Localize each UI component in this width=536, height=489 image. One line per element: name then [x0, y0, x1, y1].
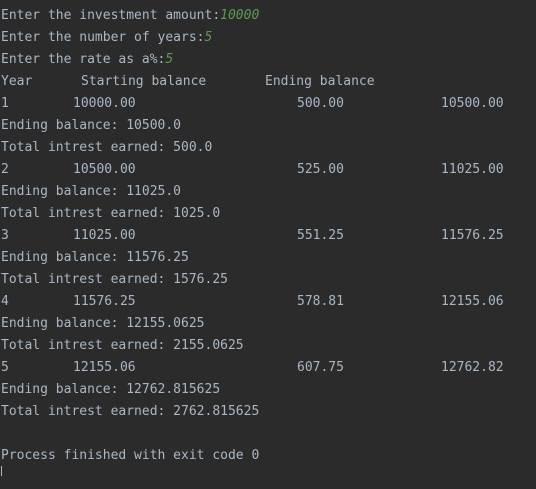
row-year: 3 [1, 228, 9, 243]
ending-balance-line: Ending balance: 11025.0 [1, 184, 182, 199]
row-interest: 578.81 [297, 294, 344, 309]
user-input-value: 10000 [220, 8, 260, 23]
prompt-line-amount: Enter the investment amount:10000 [1, 5, 259, 27]
ending-balance-line: Ending balance: 12155.0625 [1, 316, 205, 331]
row-start: 10000.00 [73, 96, 136, 111]
table-row: 4 11576.25 578.81 12155.06 [1, 291, 521, 313]
total-interest-line: Total intrest earned: 1576.25 [1, 272, 228, 287]
row-start: 10500.00 [73, 162, 136, 177]
total-interest-line: Total intrest earned: 2762.815625 [1, 404, 260, 419]
row-year: 2 [1, 162, 9, 177]
row-end: 10500.00 [441, 96, 504, 111]
prompt-line-rate: Enter the rate as a%:5 [1, 49, 173, 71]
user-input-value: 5 [165, 52, 174, 67]
process-exit-message: Process finished with exit code 0 [1, 448, 260, 463]
row-year: 1 [1, 96, 9, 111]
row-end: 12762.82 [441, 360, 504, 375]
row-end: 12155.06 [441, 294, 504, 309]
row-year: 5 [1, 360, 9, 375]
ending-balance-line: Ending balance: 11576.25 [1, 250, 189, 265]
header-year: Year [1, 74, 33, 89]
user-input-value: 5 [204, 30, 213, 45]
header-ending-balance: Ending balance [265, 74, 375, 89]
prompt-label: Enter the investment amount: [1, 8, 221, 23]
total-interest-line: Total intrest earned: 1025.0 [1, 206, 221, 221]
prompt-label: Enter the number of years: [1, 30, 205, 45]
row-start: 12155.06 [73, 360, 136, 375]
total-interest-line: Total intrest earned: 500.0 [1, 140, 213, 155]
row-end: 11576.25 [441, 228, 504, 243]
table-row: 3 11025.00 551.25 11576.25 [1, 225, 521, 247]
row-interest: 525.00 [297, 162, 344, 177]
prompt-line-years: Enter the number of years:5 [1, 27, 212, 49]
row-end: 11025.00 [441, 162, 504, 177]
row-year: 4 [1, 294, 9, 309]
header-starting-balance: Starting balance [81, 74, 207, 89]
row-interest: 500.00 [297, 96, 344, 111]
prompt-label: Enter the rate as a%: [1, 52, 166, 67]
table-row: 2 10500.00 525.00 11025.00 [1, 159, 521, 181]
text-cursor [1, 466, 2, 476]
run-console-output[interactable]: Enter the investment amount:10000 Enter … [0, 0, 536, 476]
row-start: 11025.00 [73, 228, 136, 243]
ending-balance-line: Ending balance: 10500.0 [1, 118, 182, 133]
row-interest: 607.75 [297, 360, 344, 375]
row-interest: 551.25 [297, 228, 344, 243]
table-header: Year Starting balance Ending balance [1, 71, 521, 93]
ending-balance-line: Ending balance: 12762.815625 [1, 382, 221, 397]
table-row: 5 12155.06 607.75 12762.82 [1, 357, 521, 379]
total-interest-line: Total intrest earned: 2155.0625 [1, 338, 244, 353]
table-row: 1 10000.00 500.00 10500.00 [1, 93, 521, 115]
row-start: 11576.25 [73, 294, 136, 309]
